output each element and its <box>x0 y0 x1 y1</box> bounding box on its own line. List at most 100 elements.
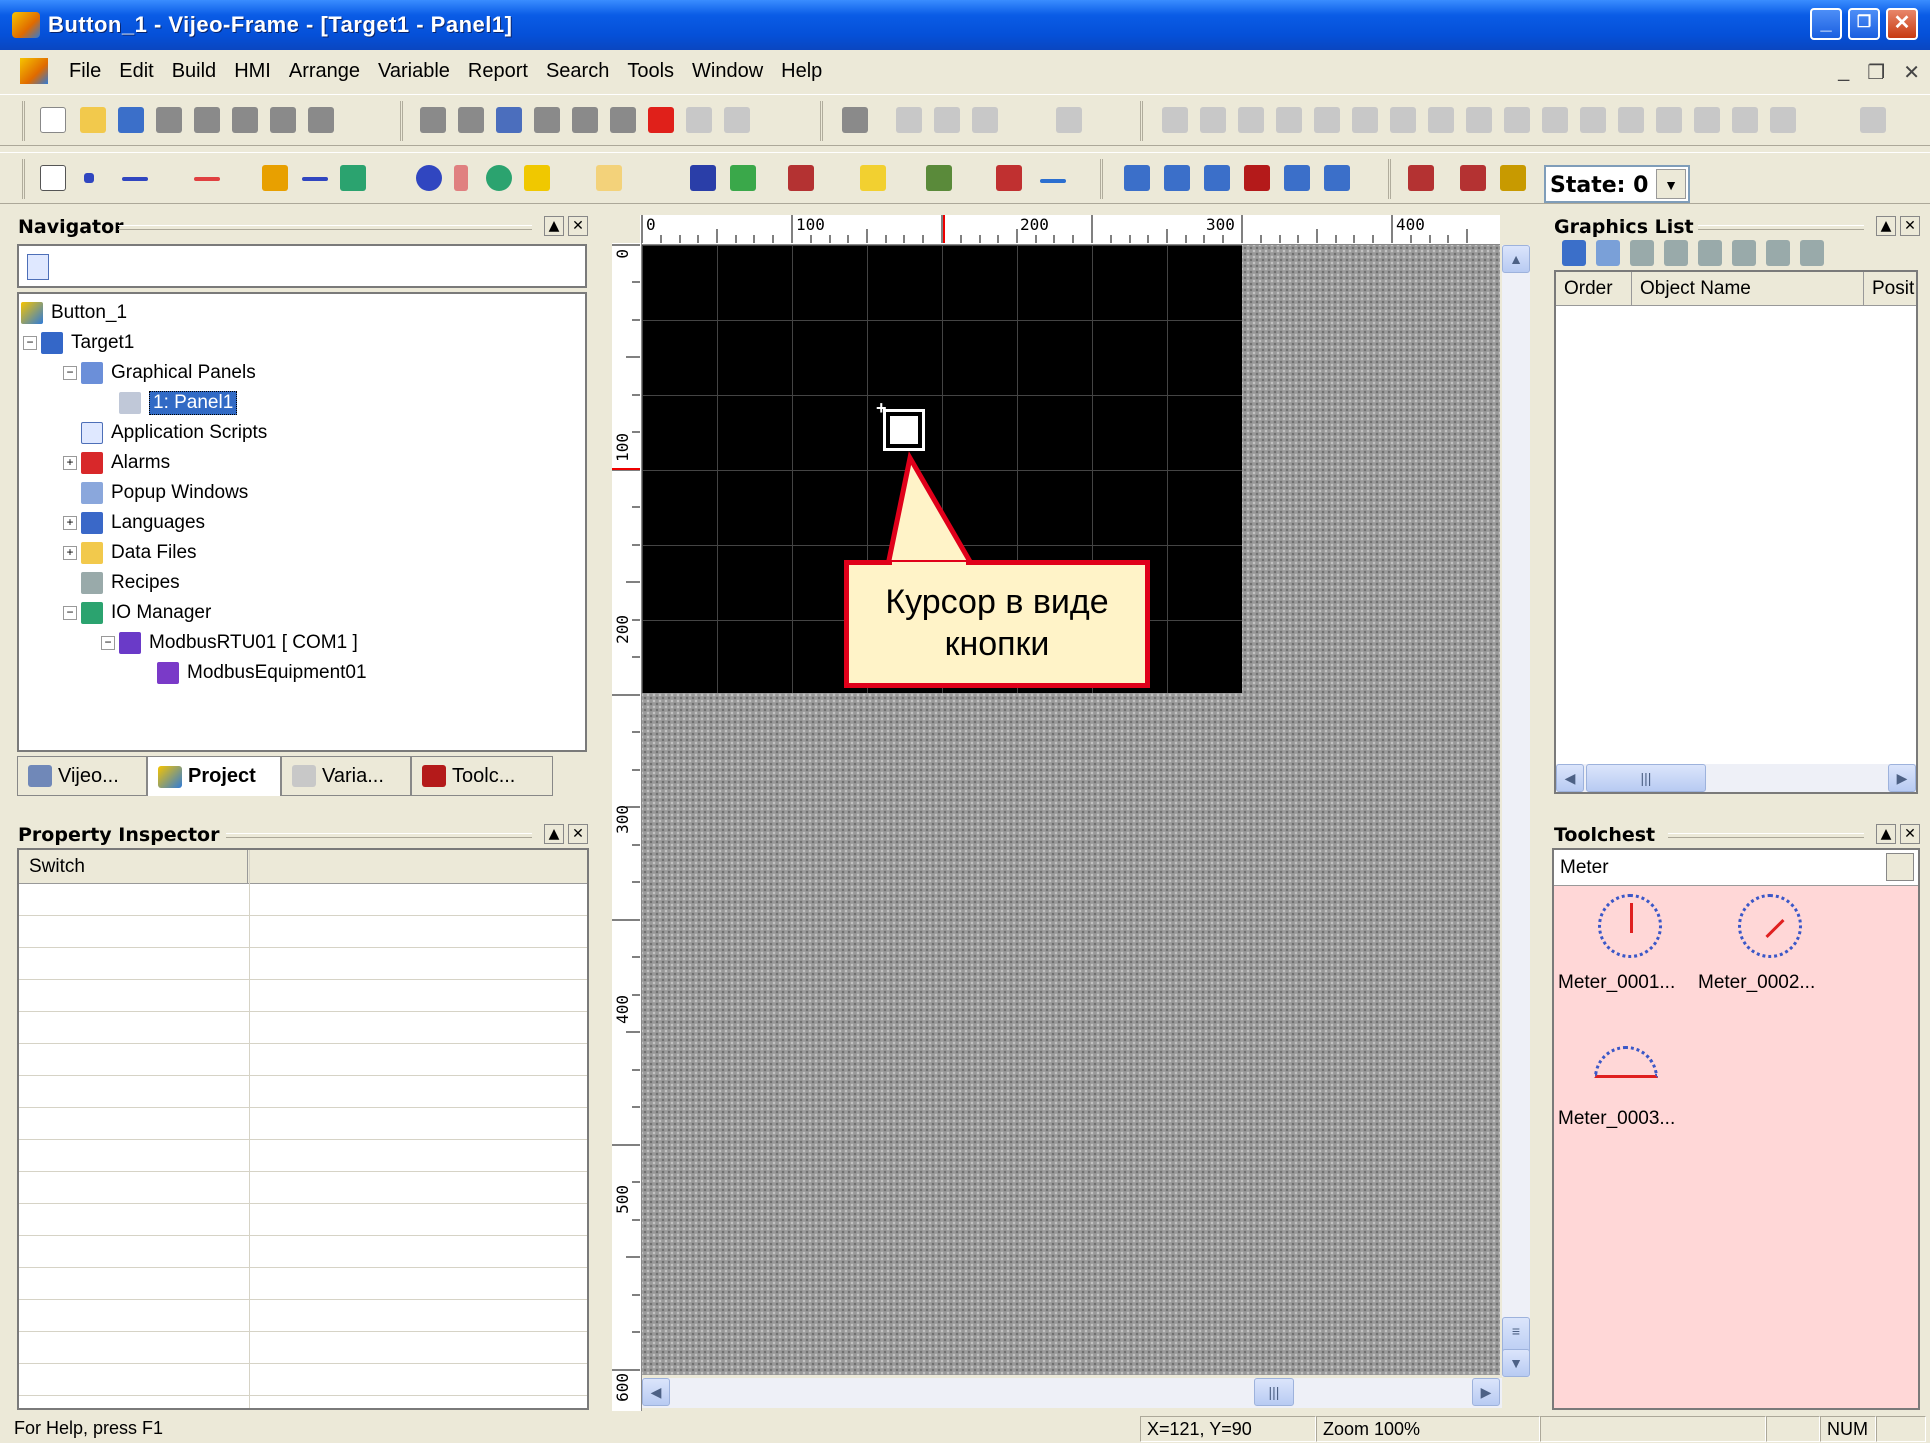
expand-icon[interactable]: + <box>63 456 77 470</box>
line-icon[interactable] <box>122 177 148 181</box>
tree-item-languages[interactable]: Languages <box>81 510 205 536</box>
align-icon[interactable] <box>842 107 868 133</box>
tab-variables[interactable]: Varia... <box>281 756 411 796</box>
scroll-down-icon[interactable]: ▼ <box>1502 1349 1530 1377</box>
menu-report[interactable]: Report <box>459 60 537 83</box>
tree-item-data-files[interactable]: Data Files <box>81 540 197 566</box>
property-row[interactable] <box>19 1204 587 1236</box>
zoom-icon[interactable] <box>1124 165 1150 191</box>
tree-item-io-manager[interactable]: IO Manager <box>81 600 211 626</box>
polygon-icon[interactable] <box>262 165 288 191</box>
property-row[interactable] <box>19 1012 587 1044</box>
menu-arrange[interactable]: Arrange <box>280 60 369 83</box>
space-vertical-icon[interactable] <box>1770 107 1796 133</box>
scroll-left-icon[interactable]: ◀ <box>1556 764 1584 792</box>
backward-icon[interactable] <box>1276 107 1302 133</box>
align-center-icon[interactable] <box>1542 107 1568 133</box>
tree-item-project[interactable]: Button_1 <box>21 300 127 326</box>
bar-graph-icon[interactable] <box>996 165 1022 191</box>
import-icon[interactable] <box>232 107 258 133</box>
column-object-name[interactable]: Object Name <box>1632 272 1864 305</box>
align-bottom-icon[interactable] <box>1694 107 1720 133</box>
property-row[interactable] <box>19 1268 587 1300</box>
meter-round-icon[interactable] <box>1598 894 1662 958</box>
expand-icon[interactable]: + <box>63 516 77 530</box>
frame-icon[interactable] <box>972 107 998 133</box>
distribute-icon[interactable] <box>1056 107 1082 133</box>
menu-search[interactable]: Search <box>537 60 618 83</box>
alarm-panel-icon[interactable] <box>1204 165 1230 191</box>
column-order[interactable]: Order <box>1556 272 1632 305</box>
tab-vijeo[interactable]: Vijeo... <box>17 756 147 796</box>
polyline-icon[interactable] <box>194 177 220 181</box>
toolbar-grip[interactable] <box>22 101 25 141</box>
copy-icon[interactable] <box>534 107 560 133</box>
same-size-icon[interactable] <box>1860 107 1886 133</box>
numeric-display-icon[interactable] <box>926 165 952 191</box>
toolchest-item-label[interactable]: Meter_0002... <box>1698 972 1815 994</box>
text-format-icon[interactable] <box>686 107 712 133</box>
tree-item-modbus-driver[interactable]: ModbusRTU01 [ COM1 ] <box>119 630 358 656</box>
paste-special-icon[interactable] <box>610 107 636 133</box>
state-select[interactable]: State: 0 ▼ <box>1544 165 1690 203</box>
collapse-icon[interactable]: − <box>101 636 115 650</box>
move-bottom-icon[interactable] <box>1732 240 1756 266</box>
touch-icon[interactable] <box>1408 165 1434 191</box>
chevron-down-icon[interactable]: ▼ <box>1656 169 1686 199</box>
scroll-up-icon[interactable]: ▲ <box>1502 245 1530 273</box>
property-row[interactable] <box>19 1140 587 1172</box>
lamp-icon[interactable] <box>860 165 886 191</box>
space-horizontal-icon[interactable] <box>1732 107 1758 133</box>
star-icon[interactable] <box>524 165 550 191</box>
property-row[interactable] <box>19 1236 587 1268</box>
print-icon[interactable] <box>156 107 182 133</box>
toolbar-grip[interactable] <box>820 101 823 141</box>
document-icon[interactable] <box>20 58 48 84</box>
edit-icon[interactable] <box>1562 240 1586 266</box>
property-row[interactable] <box>19 1076 587 1108</box>
property-row[interactable] <box>19 884 587 916</box>
scroll-right-icon[interactable]: ▶ <box>1472 1378 1500 1406</box>
find-icon[interactable] <box>1324 165 1350 191</box>
menu-edit[interactable]: Edit <box>110 60 162 83</box>
panel-icon[interactable] <box>1164 165 1190 191</box>
column-position[interactable]: Posit <box>1864 272 1916 305</box>
new-file-icon[interactable] <box>40 107 66 133</box>
tree-icon[interactable] <box>1886 853 1914 881</box>
toolbar-grip[interactable] <box>1100 159 1103 199</box>
menu-tools[interactable]: Tools <box>618 60 683 83</box>
pin-icon[interactable] <box>308 107 334 133</box>
autohide-icon[interactable]: ▲ <box>544 824 564 844</box>
graphics-list-scrollbar[interactable]: ◀ ||| ▶ <box>1556 764 1916 792</box>
align-right-icon[interactable] <box>1580 107 1606 133</box>
mdi-restore-button[interactable]: ❐ <box>1867 60 1885 85</box>
pie-icon[interactable] <box>486 165 512 191</box>
select-arrow-icon[interactable] <box>40 165 66 191</box>
scroll-left-icon[interactable]: ◀ <box>642 1378 670 1406</box>
ungroup-icon[interactable] <box>1800 240 1824 266</box>
property-row[interactable] <box>19 1044 587 1076</box>
hierarchy-icon[interactable] <box>1596 240 1620 266</box>
move-down-icon[interactable] <box>1664 240 1688 266</box>
property-grid[interactable]: Switch <box>17 848 589 1410</box>
document-icon[interactable] <box>27 254 49 280</box>
dot-icon[interactable] <box>84 173 94 183</box>
minimize-button[interactable]: _ <box>1810 8 1842 40</box>
tree-item-popup-windows[interactable]: Popup Windows <box>81 480 248 506</box>
export-icon[interactable] <box>270 107 296 133</box>
arc-icon[interactable] <box>454 165 468 191</box>
ungroup-icon[interactable] <box>934 107 960 133</box>
group-icon[interactable] <box>896 107 922 133</box>
text-icon[interactable] <box>690 165 716 191</box>
align-middle-icon[interactable] <box>1656 107 1682 133</box>
restore-button[interactable]: ❐ <box>1848 8 1880 40</box>
menu-window[interactable]: Window <box>683 60 772 83</box>
horizontal-scrollbar[interactable]: ◀ ||| ▶ <box>642 1378 1502 1408</box>
property-row[interactable] <box>19 1300 587 1332</box>
property-row[interactable] <box>19 980 587 1012</box>
close-button[interactable]: ✕ <box>1886 8 1918 40</box>
tree-item-modbus-equipment[interactable]: ModbusEquipment01 <box>157 660 367 686</box>
lock-icon[interactable] <box>1390 107 1416 133</box>
send-back-icon[interactable] <box>1200 107 1226 133</box>
open-folder-icon[interactable] <box>80 107 106 133</box>
